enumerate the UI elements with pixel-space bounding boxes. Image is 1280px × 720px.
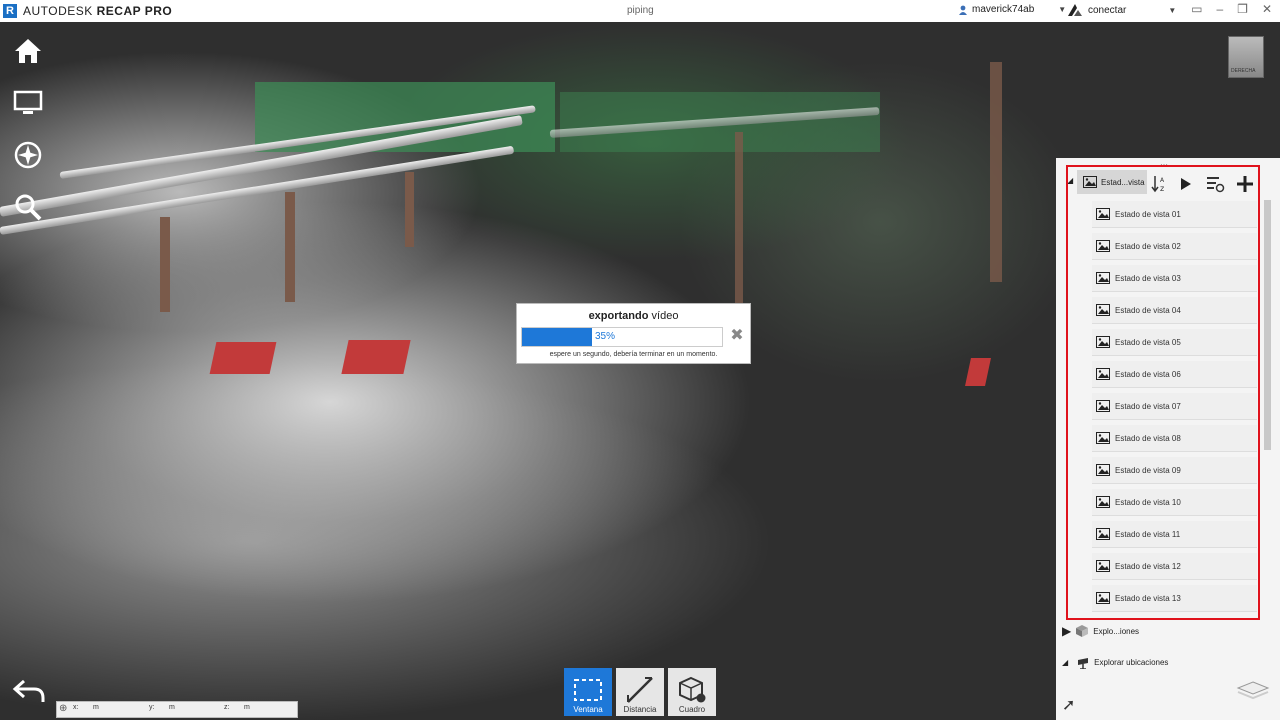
box-tool-button[interactable]: Cuadro [668, 668, 716, 716]
target-icon[interactable]: ⊕ [59, 703, 67, 714]
dialog-message: espere un segundo, debería terminar en u… [549, 351, 718, 358]
dialog-title-rest: vídeo [648, 310, 679, 322]
expand-arrow-icon: ▶ [1062, 624, 1072, 638]
minimize-button[interactable]: – [1216, 2, 1223, 16]
left-toolbar [10, 34, 46, 224]
cube-icon [1076, 625, 1089, 637]
layers-button[interactable] [1236, 678, 1270, 707]
scan-column [285, 192, 295, 302]
scan-column [735, 132, 743, 332]
z-label: z: [224, 704, 230, 711]
layers-icon [1236, 681, 1270, 700]
x-unit: m [93, 704, 99, 711]
box-icon [679, 676, 706, 703]
compass-icon [14, 141, 42, 169]
close-button[interactable]: ✕ [1262, 2, 1272, 16]
undo-button[interactable] [12, 678, 46, 709]
expand-panel-button[interactable]: ➚ [1062, 695, 1075, 715]
cancel-export-button[interactable]: ✖ [728, 327, 746, 345]
scan-floor-pad [965, 358, 991, 386]
user-icon [959, 5, 967, 15]
connect-label: conectar [1088, 4, 1127, 16]
brand-label: AUTODESK [23, 4, 93, 18]
highlight-box [1066, 165, 1260, 620]
search-button[interactable] [10, 190, 46, 224]
panel-scrollbar[interactable] [1264, 200, 1271, 450]
scan-floor-pad [341, 340, 411, 374]
view-cube[interactable]: DERECHA [1228, 36, 1264, 78]
distance-tool-button[interactable]: Distancia [616, 668, 664, 716]
view-cube-face-label: DERECHA [1231, 68, 1256, 74]
section-locations-label: Explorar ubicaciones [1094, 657, 1169, 667]
y-unit: m [169, 704, 175, 711]
user-menu[interactable]: maverick74ab ▼ [958, 4, 1066, 15]
home-button[interactable] [10, 34, 46, 68]
y-label: y: [149, 704, 155, 711]
display-settings-button[interactable] [10, 86, 46, 120]
section-locations[interactable]: ◢ Explorar ubicaciones [1062, 652, 1252, 672]
window-tool-label: Ventana [573, 705, 603, 714]
scan-column [405, 172, 414, 247]
section-explore[interactable]: ▶ Explo...iones [1062, 621, 1252, 641]
product-label: RECAP PRO [96, 4, 173, 18]
autodesk-a-icon [1068, 4, 1082, 16]
scan-column [990, 62, 1002, 282]
z-unit: m [244, 704, 250, 711]
search-icon [15, 194, 42, 221]
chat-icon[interactable]: ▭ [1191, 2, 1202, 16]
window-select-icon [574, 679, 602, 701]
box-tool-label: Cuadro [678, 705, 706, 714]
export-video-dialog: exportando vídeo 35% ✖ espere un segundo… [516, 303, 751, 364]
scan-column [160, 217, 170, 312]
monitor-icon [13, 90, 43, 114]
scan-pipe [0, 145, 515, 235]
progress-fill [522, 328, 592, 346]
dialog-title-bold: exportando [588, 310, 649, 322]
camera-icon [1078, 658, 1089, 669]
coordinates-bar: ⊕ x: m y: m z: m [56, 701, 298, 718]
home-icon [15, 39, 41, 63]
project-name: piping [627, 5, 654, 16]
dialog-title: exportando vídeo [517, 310, 750, 322]
window-controls: ▭ – ❐ ✕ [1191, 2, 1272, 16]
export-progress-bar: 35% [521, 327, 723, 347]
app-title: AUTODESK RECAP PRO [23, 4, 172, 18]
maximize-button[interactable]: ❐ [1237, 2, 1248, 16]
chevron-down-icon: ▼ [1058, 5, 1067, 14]
collapse-arrow-icon: ◢ [1062, 657, 1069, 667]
undo-arrow-icon [12, 679, 45, 702]
scan-floor-pad [209, 342, 277, 374]
navigation-button[interactable] [10, 138, 46, 172]
title-bar: R AUTODESK RECAP PRO piping maverick74ab… [0, 0, 1280, 23]
x-label: x: [73, 704, 79, 711]
distance-tool-label: Distancia [623, 705, 657, 714]
window-tool-button[interactable]: Ventana [564, 668, 612, 716]
section-explore-label: Explo...iones [1093, 626, 1140, 636]
autodesk-logo-icon: R [3, 4, 17, 18]
distance-icon [627, 677, 653, 703]
chevron-down-icon: ▼ [1168, 5, 1177, 15]
connect-menu[interactable]: conectar ▼ [1068, 4, 1176, 16]
progress-label: 35% [595, 331, 616, 342]
user-name: maverick74ab [972, 4, 1035, 15]
